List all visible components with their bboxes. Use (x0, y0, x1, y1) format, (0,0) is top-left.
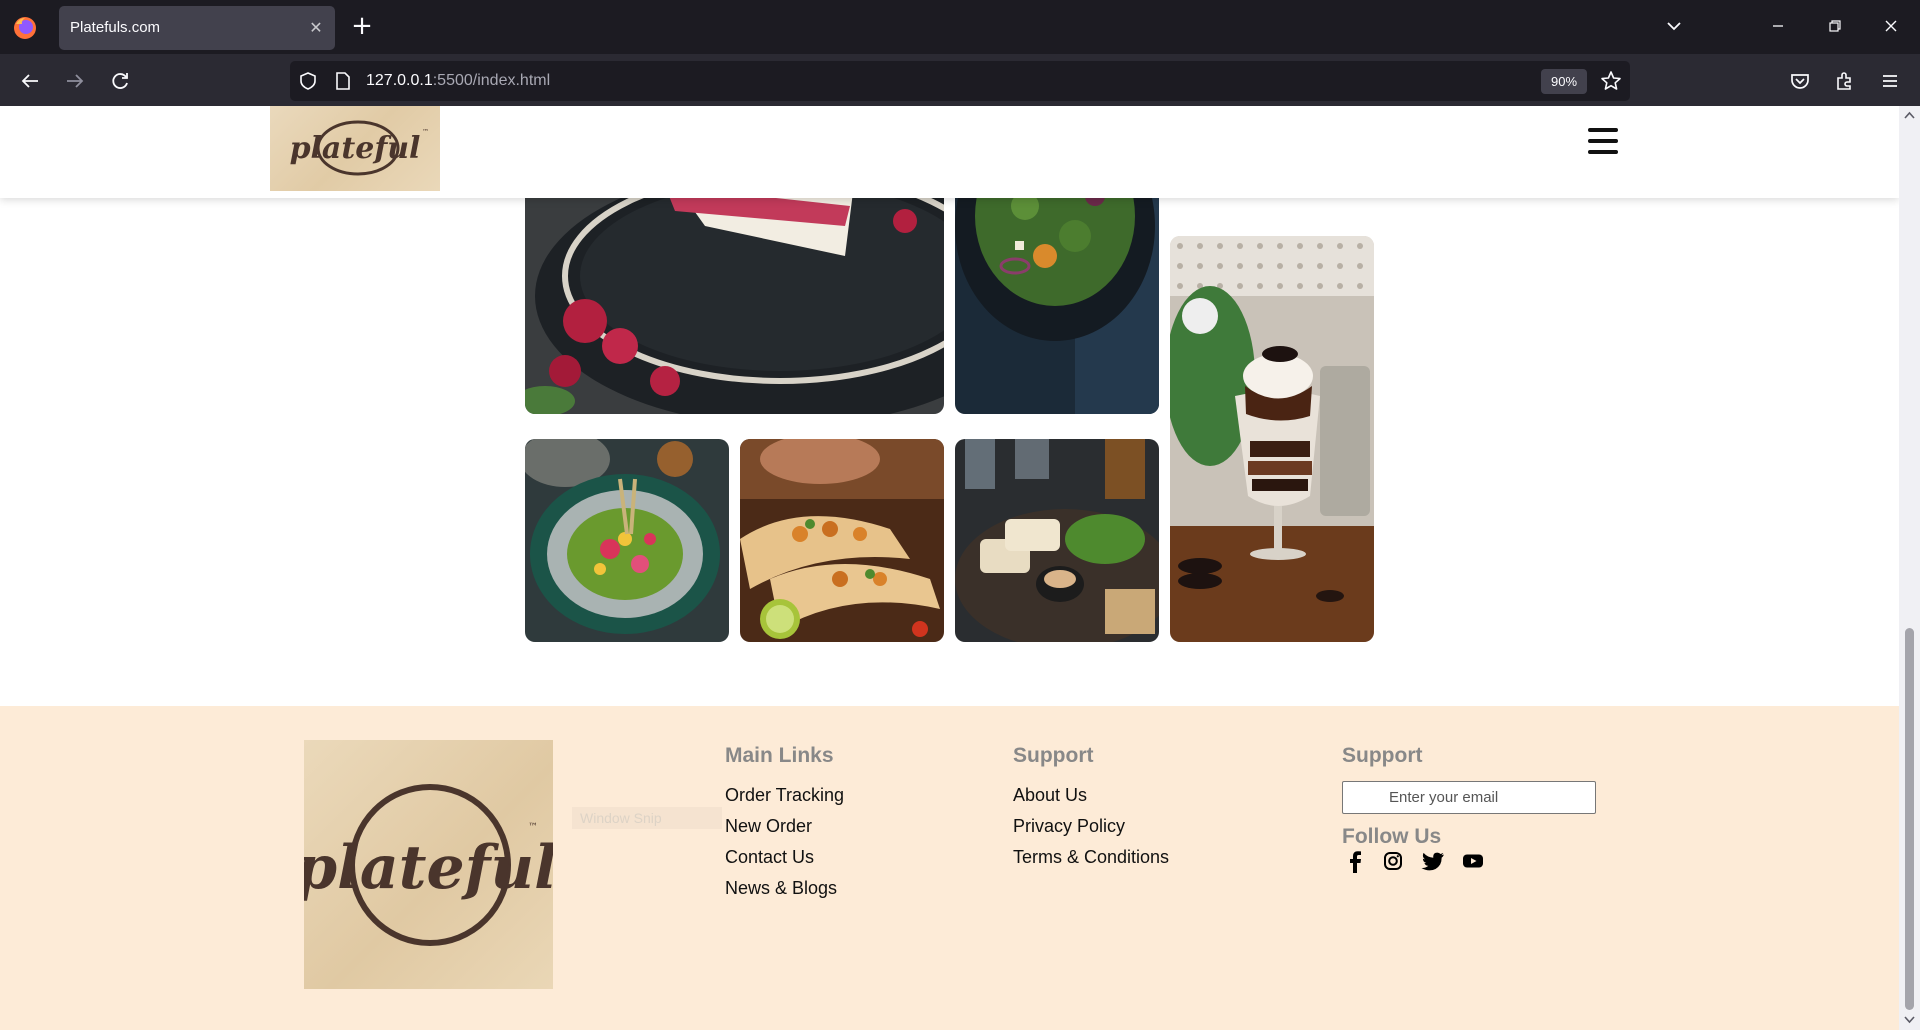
site-header: plateful ™ (0, 106, 1899, 198)
footer-logo[interactable]: plateful ™ (295, 740, 557, 989)
logo-trademark: ™ (528, 822, 538, 833)
site-footer: plateful ™ Window Snip Main Links Order … (0, 706, 1899, 1030)
window-snip-ghost: Window Snip (572, 807, 722, 829)
plateful-logo-mark: plateful ™ (295, 784, 557, 946)
window-close-icon[interactable] (1876, 13, 1906, 41)
menu-icon[interactable] (1875, 66, 1905, 96)
address-bar[interactable]: 127.0.0.1:5500/index.html 90% (290, 61, 1630, 101)
logo-wordmark: plateful (290, 131, 421, 166)
main-links-heading: Main Links (725, 744, 834, 767)
tab-title: Platefuls.com (70, 19, 161, 36)
logo-wordmark: plateful (304, 833, 553, 903)
scroll-down-icon[interactable] (1902, 1012, 1917, 1027)
footer-link-privacy-policy[interactable]: Privacy Policy (1013, 816, 1125, 837)
close-icon[interactable]: ✕ (305, 17, 327, 39)
plus-icon[interactable]: + (348, 12, 376, 40)
footer-link-new-order[interactable]: New Order (725, 816, 812, 837)
footer-link-contact-us[interactable]: Contact Us (725, 847, 814, 868)
instagram-icon[interactable] (1380, 848, 1406, 874)
restore-icon[interactable] (1820, 13, 1850, 41)
youtube-icon[interactable] (1460, 848, 1486, 874)
scroll-up-icon[interactable] (1902, 108, 1917, 123)
site-logo[interactable]: plateful ™ (270, 106, 440, 191)
minimize-icon[interactable] (1763, 13, 1793, 41)
url-text[interactable]: 127.0.0.1:5500/index.html (366, 72, 550, 90)
follow-us-heading: Follow Us (1342, 825, 1442, 848)
firefox-icon (12, 15, 38, 41)
page-icon (336, 72, 350, 90)
gallery-item-chickpea-tacos[interactable] (740, 439, 944, 642)
hamburger-menu-icon[interactable] (1588, 128, 1618, 158)
gallery-item-grilled-platter[interactable] (955, 439, 1159, 642)
extensions-icon[interactable] (1830, 66, 1860, 96)
browser-tab-strip: Platefuls.com ✕ + (0, 0, 1920, 54)
page-scrollbar[interactable] (1899, 106, 1920, 1030)
logo-trademark: ™ (422, 128, 429, 136)
scrollbar-thumb[interactable] (1905, 628, 1914, 1010)
newsletter-heading: Support (1342, 744, 1423, 767)
url-path: :5500/index.html (432, 72, 551, 89)
page-viewport: plateful ™ plateful ™ Window Snip Main L… (0, 106, 1899, 1030)
forward-icon[interactable] (60, 66, 90, 96)
support-heading: Support (1013, 744, 1094, 767)
twitter-icon[interactable] (1420, 848, 1446, 874)
shield-icon[interactable] (298, 71, 318, 91)
chevron-down-icon[interactable] (1659, 13, 1689, 41)
url-host: 127.0.0.1 (366, 72, 433, 89)
gallery-item-floral-plate[interactable] (525, 439, 729, 642)
browser-tab-active[interactable]: Platefuls.com ✕ (59, 6, 335, 50)
footer-link-terms-conditions[interactable]: Terms & Conditions (1013, 847, 1169, 868)
plateful-logo-mark: plateful ™ (290, 120, 429, 176)
footer-link-news-blogs[interactable]: News & Blogs (725, 878, 837, 899)
facebook-icon[interactable] (1342, 848, 1368, 874)
footer-link-about-us[interactable]: About Us (1013, 785, 1087, 806)
back-icon[interactable] (15, 66, 45, 96)
pocket-icon[interactable] (1785, 66, 1815, 96)
zoom-level-badge[interactable]: 90% (1541, 69, 1587, 94)
email-field[interactable] (1342, 781, 1596, 814)
reload-icon[interactable] (105, 66, 135, 96)
star-icon[interactable] (1600, 70, 1622, 92)
gallery-item-oreo-parfait[interactable] (1170, 236, 1374, 642)
footer-link-order-tracking[interactable]: Order Tracking (725, 785, 844, 806)
